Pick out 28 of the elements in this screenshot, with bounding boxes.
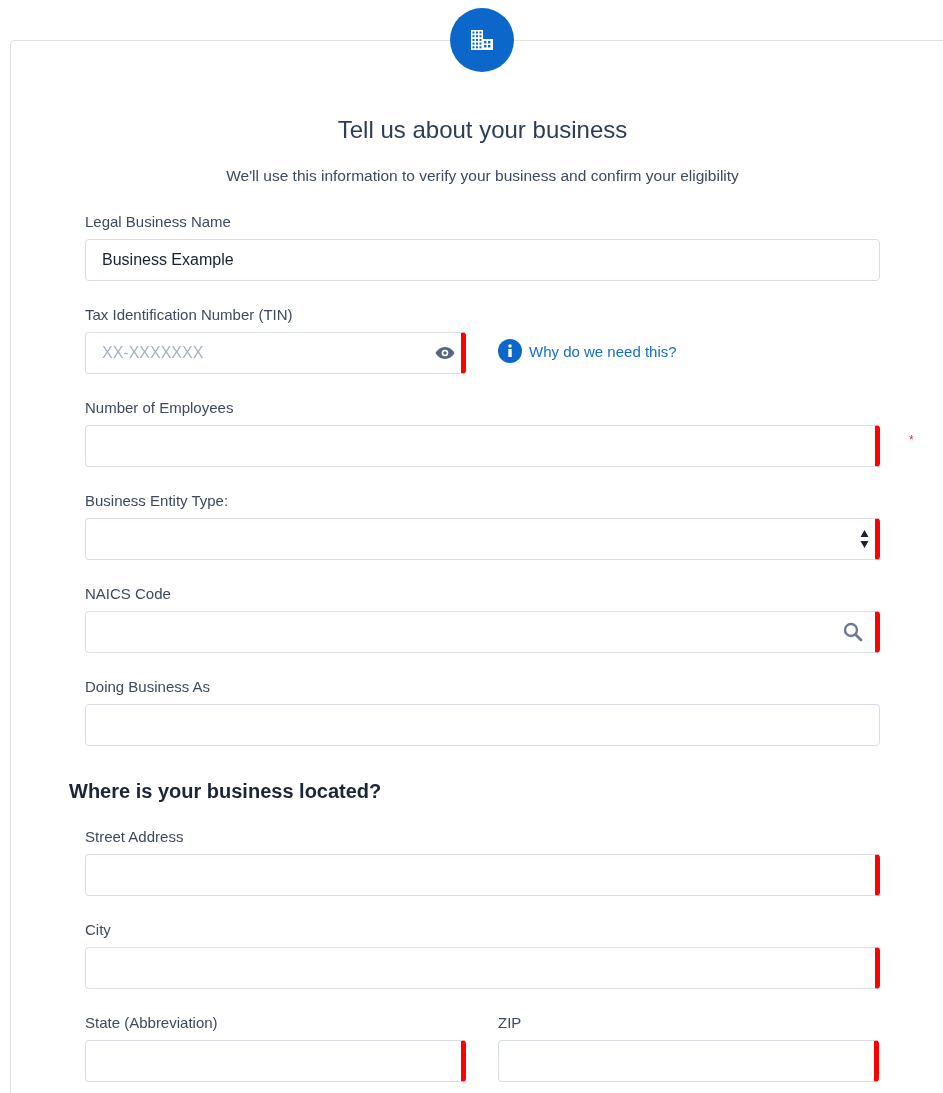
field-label: ZIP bbox=[498, 1014, 522, 1032]
select-field[interactable] bbox=[85, 518, 880, 560]
input-field[interactable] bbox=[85, 425, 880, 467]
search-icon[interactable] bbox=[843, 622, 863, 642]
help-link[interactable]: Why do we need this? bbox=[498, 339, 677, 363]
required-asterisk: * bbox=[909, 433, 914, 447]
page-subtitle: We'll use this information to verify your business and confirm your eligibility bbox=[225, 166, 740, 186]
field-label: City bbox=[85, 921, 111, 939]
section-heading: Where is your business located? bbox=[69, 779, 383, 803]
input-field[interactable] bbox=[498, 1040, 879, 1082]
field-label: State (Abbreviation) bbox=[85, 1014, 218, 1032]
info-icon bbox=[498, 339, 522, 363]
field-label: Doing Business As bbox=[85, 678, 211, 696]
field-label: Business Entity Type: bbox=[85, 492, 229, 510]
field-label: NAICS Code bbox=[85, 585, 171, 603]
field-label: Tax Identification Number (TIN) bbox=[85, 306, 293, 324]
input-field[interactable] bbox=[85, 947, 880, 989]
input-field[interactable] bbox=[85, 704, 880, 746]
input-field[interactable] bbox=[85, 611, 880, 653]
input-field[interactable] bbox=[85, 854, 880, 896]
page-title: Tell us about your business bbox=[336, 115, 629, 145]
field-label: Street Address bbox=[85, 828, 184, 846]
input-field[interactable] bbox=[85, 1040, 466, 1082]
sort-arrows-icon[interactable] bbox=[860, 528, 869, 550]
field-label: Number of Employees bbox=[85, 399, 234, 417]
input-field[interactable]: Business Example bbox=[85, 239, 880, 281]
eye-icon[interactable] bbox=[435, 346, 455, 360]
field-label: Legal Business Name bbox=[85, 213, 231, 231]
